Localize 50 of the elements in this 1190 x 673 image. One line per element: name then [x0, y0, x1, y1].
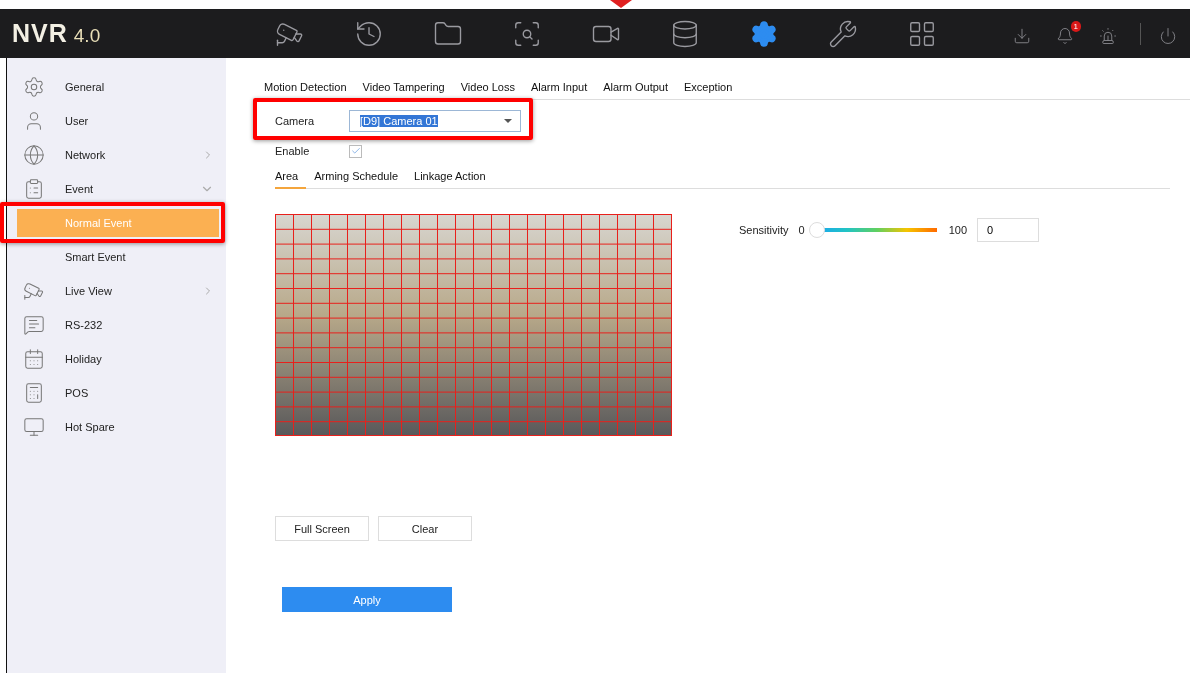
calculator-icon — [23, 382, 45, 404]
sidebar-item[interactable]: RS-232 — [7, 308, 226, 342]
tab[interactable]: Video Tampering — [354, 81, 453, 100]
tab[interactable]: Motion Detection — [264, 81, 355, 100]
slider-thumb[interactable] — [808, 222, 825, 238]
monitor-icon — [23, 416, 45, 438]
checkmark-icon — [350, 146, 361, 156]
sidebar-item[interactable]: General — [7, 70, 226, 104]
download-icon — [1013, 26, 1031, 45]
tab[interactable]: Area — [275, 170, 307, 189]
sidebar-item[interactable]: Live View — [7, 274, 226, 308]
enable-label: Enable — [275, 145, 311, 157]
power-icon — [1159, 26, 1177, 45]
sidebar-item[interactable]: Hot Spare — [7, 410, 226, 444]
alarm-light-icon — [1099, 26, 1117, 45]
tab[interactable]: Alarm Input — [522, 81, 596, 100]
camera-label: Camera — [275, 115, 316, 127]
notification-badge: 1 — [1070, 20, 1081, 32]
sensitivity-label: Sensitivity — [739, 224, 789, 236]
sidebar-subitem[interactable]: Smart Event — [17, 243, 219, 271]
clipboard-icon — [23, 178, 45, 200]
camera-icon — [23, 280, 45, 302]
sensitivity-input[interactable]: 0 — [977, 218, 1039, 242]
logo: NVR — [12, 19, 68, 48]
wrench-icon — [827, 18, 858, 49]
tab[interactable]: Video Loss — [452, 81, 523, 100]
settings-icon — [23, 76, 45, 98]
camera-dropdown[interactable]: [D9] Camera 01 — [349, 110, 521, 132]
action-button[interactable]: Full Screen — [275, 516, 369, 541]
bell-icon — [1056, 26, 1074, 45]
sidebar-item[interactable]: Event — [7, 172, 226, 206]
version-label: 4.0 — [73, 25, 101, 47]
settings-icon — [749, 19, 778, 48]
sidebar-item[interactable]: POS — [7, 376, 226, 410]
sidebar-item[interactable]: User — [7, 104, 226, 138]
calendar-icon — [23, 348, 45, 370]
sidebar-item[interactable]: Holiday — [7, 342, 226, 376]
sidebar-item[interactable]: Network — [7, 138, 226, 172]
enable-checkbox[interactable] — [349, 144, 362, 158]
slider-max-label: 100 — [948, 224, 967, 236]
caret-icon — [504, 119, 512, 123]
globe-icon — [23, 144, 45, 166]
tab[interactable]: Alarm Output — [595, 81, 676, 100]
tab[interactable]: Exception — [676, 81, 741, 100]
toolbar-button[interactable]: 1 — [1054, 20, 1081, 47]
tab[interactable]: Arming Schedule — [306, 170, 407, 189]
slider-min-label: 0 — [798, 224, 805, 236]
tab[interactable]: Linkage Action — [406, 170, 494, 189]
action-button[interactable]: Clear — [378, 516, 472, 541]
message-icon — [23, 314, 45, 336]
